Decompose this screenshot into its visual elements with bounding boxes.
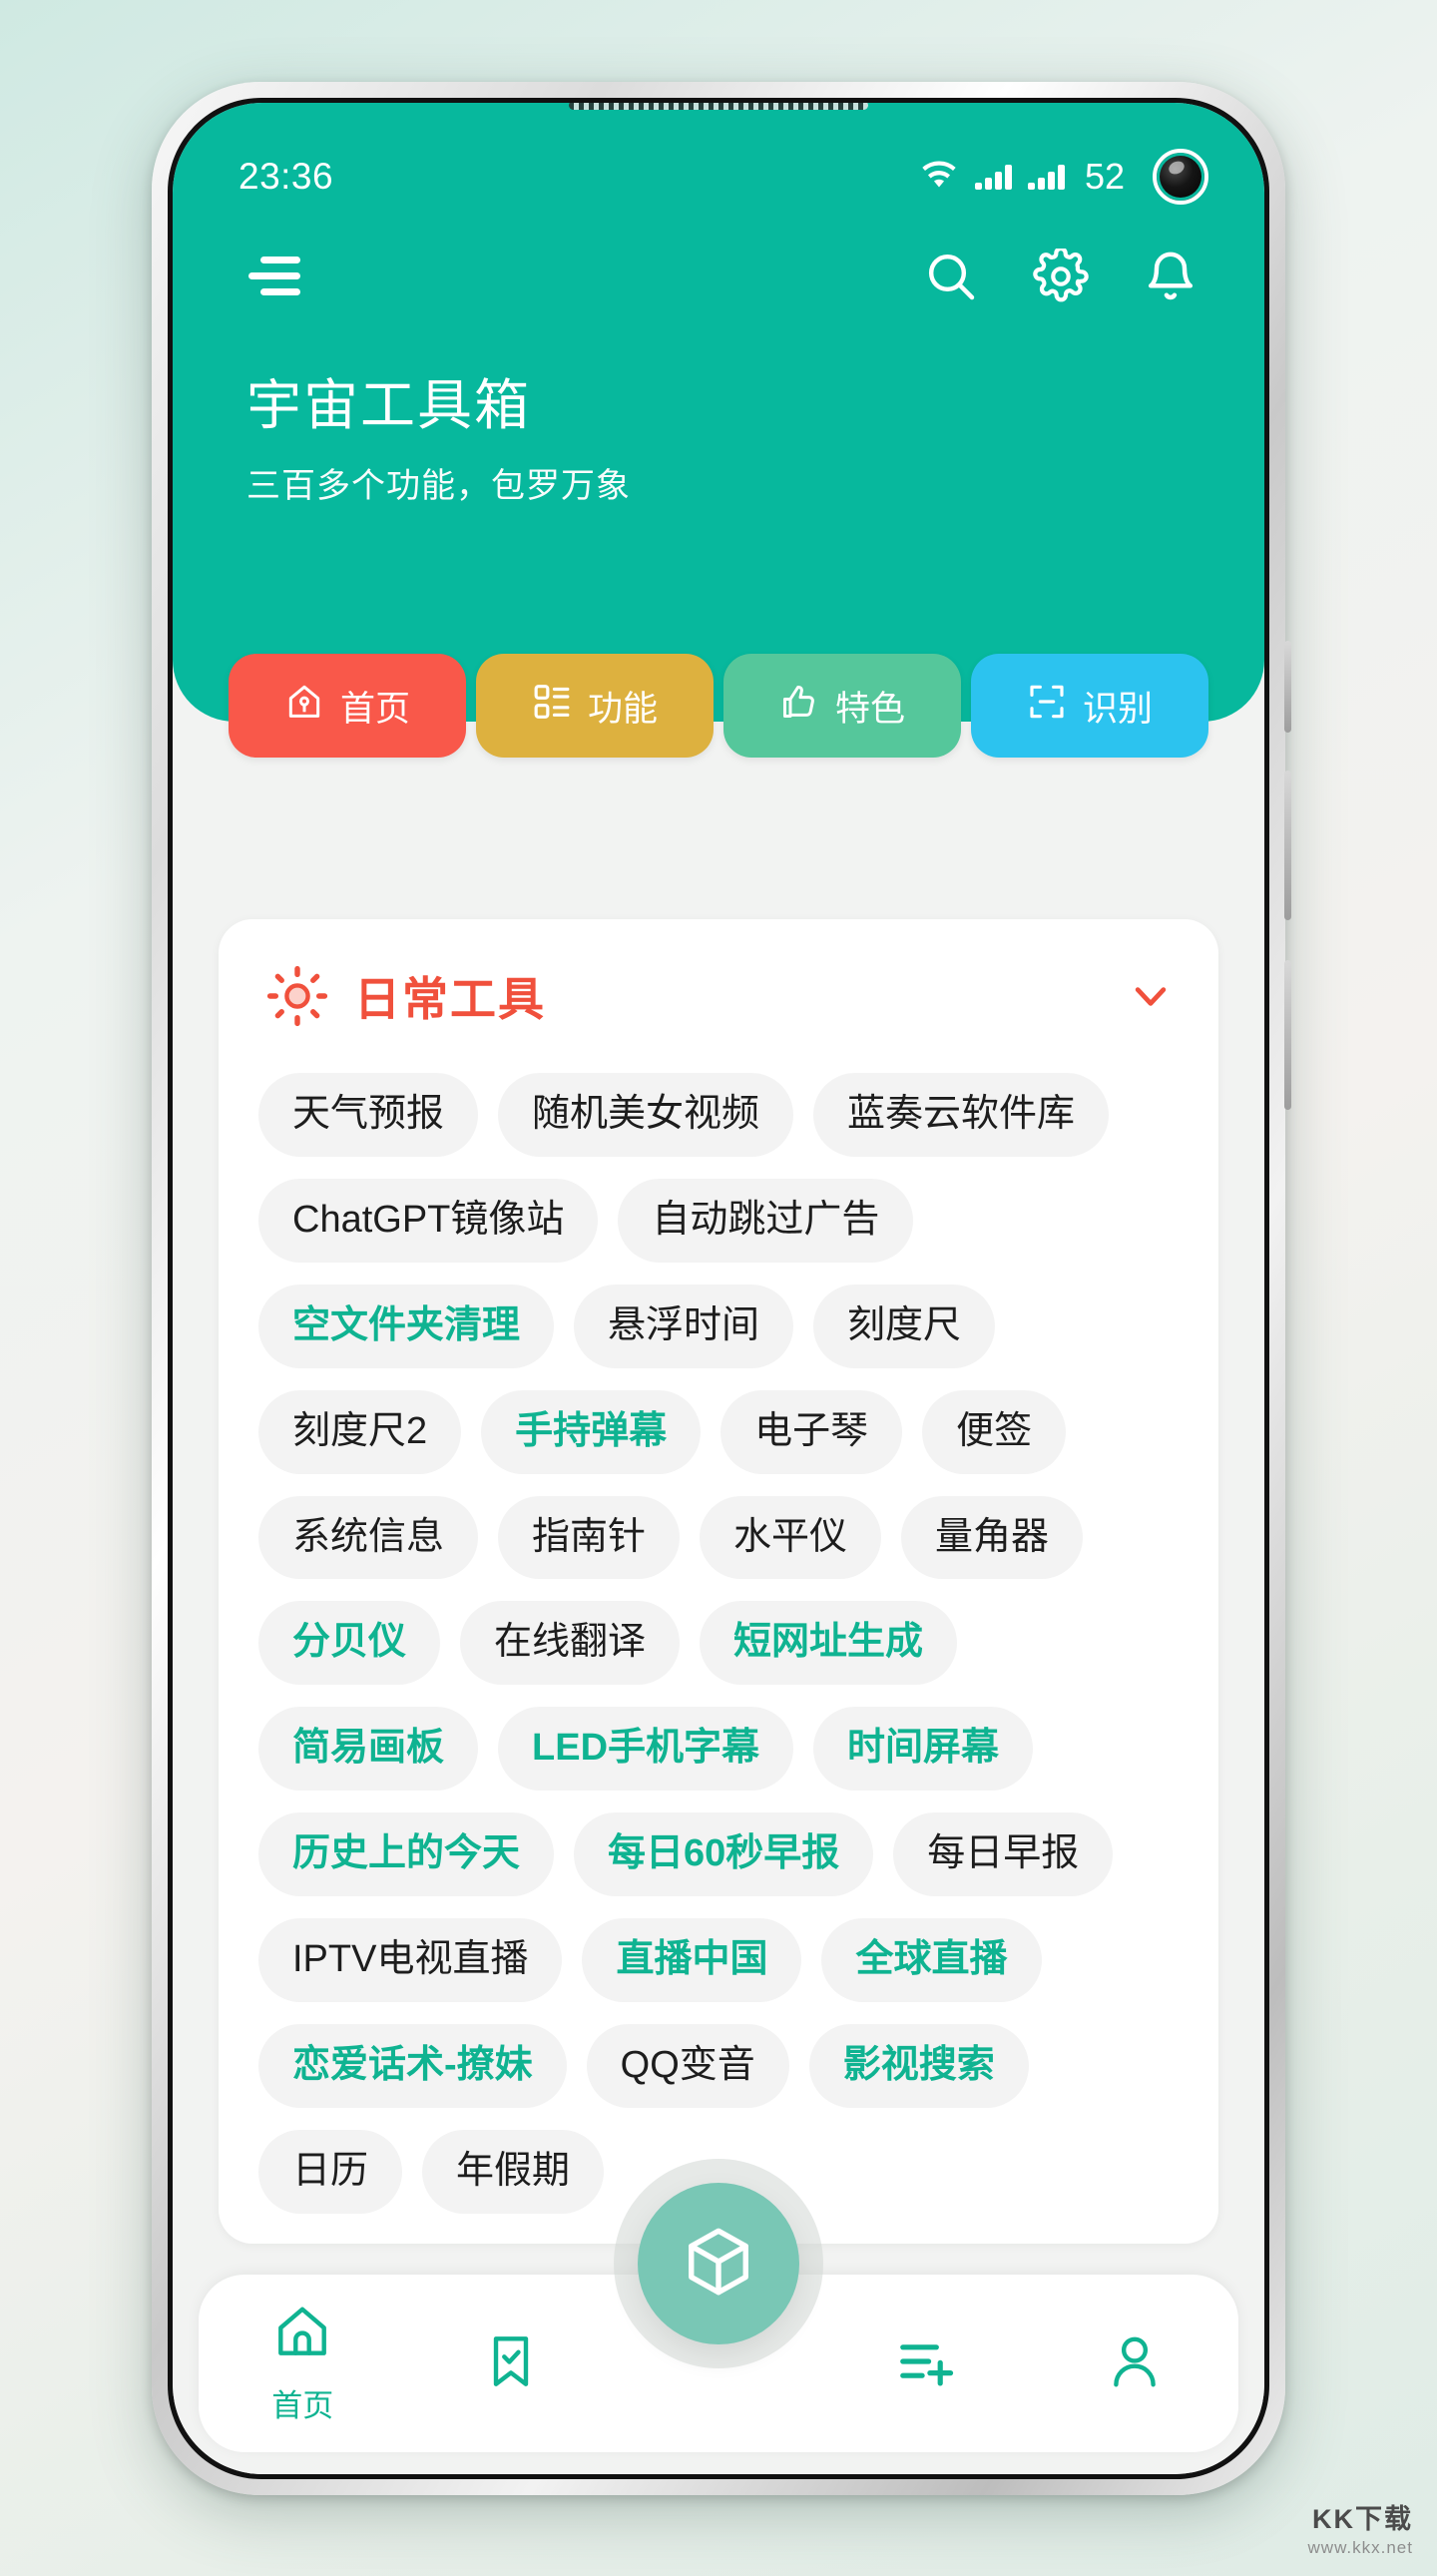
home-icon xyxy=(284,682,324,731)
tool-chip[interactable]: 随机美女视频 xyxy=(498,1073,794,1157)
status-bar: 23:36 52 xyxy=(173,103,1264,205)
watermark-sub-text: www.kkx.net xyxy=(1307,2538,1413,2557)
tool-chip[interactable]: 便签 xyxy=(922,1389,1067,1474)
tool-chip[interactable]: 历史上的今天 xyxy=(258,1812,555,1897)
person-icon xyxy=(1104,2330,1166,2397)
earpiece-speaker-grille xyxy=(569,103,868,110)
tool-chip[interactable]: 分贝仪 xyxy=(258,1601,441,1686)
tool-chip[interactable]: 简易画板 xyxy=(258,1707,479,1792)
chevron-down-icon[interactable] xyxy=(1129,974,1173,1018)
fab-cube-button[interactable] xyxy=(614,2159,823,2368)
search-icon[interactable] xyxy=(923,249,979,304)
tool-chip[interactable]: 电子琴 xyxy=(720,1389,903,1474)
tool-chip[interactable]: 空文件夹清理 xyxy=(258,1284,555,1368)
home-outline-icon xyxy=(271,2302,333,2368)
category-tab-1[interactable]: 首页 xyxy=(229,654,466,758)
power-button[interactable] xyxy=(1284,641,1291,733)
status-time: 23:36 xyxy=(239,156,334,197)
nav-item-profile[interactable] xyxy=(1031,2330,1238,2397)
hamburger-menu-icon[interactable] xyxy=(244,255,302,298)
header-toolbar xyxy=(173,205,1264,304)
category-tab-label: 特色 xyxy=(834,689,905,729)
tool-chip[interactable]: 悬浮时间 xyxy=(574,1284,794,1368)
tool-chip[interactable]: LED手机字幕 xyxy=(498,1707,794,1792)
watermark: KK下载 www.kkx.net xyxy=(1308,2497,1413,2558)
scan-icon xyxy=(1027,682,1067,731)
tool-chip[interactable]: 每日早报 xyxy=(893,1812,1114,1897)
signal-bars-icon-2 xyxy=(1027,164,1065,190)
tool-chip[interactable]: 自动跳过广告 xyxy=(618,1178,914,1263)
tool-chip[interactable]: 短网址生成 xyxy=(700,1601,958,1686)
tool-chip[interactable]: 全球直播 xyxy=(821,1918,1042,2003)
wifi-icon xyxy=(919,160,959,195)
watermark-main-text: KK下载 xyxy=(1312,2504,1413,2534)
bell-icon[interactable] xyxy=(1143,249,1198,304)
grid-icon xyxy=(532,682,572,731)
tool-chip[interactable]: 天气预报 xyxy=(258,1073,479,1157)
category-tab-label: 功能 xyxy=(587,689,658,729)
tool-chip[interactable]: 影视搜索 xyxy=(808,2024,1029,2108)
phone-screen: 23:36 52 宇宙工具箱 三百多个功能，包罗万象 首页 功能 特色 识别 日… xyxy=(173,103,1264,2474)
tool-chip[interactable]: 手持弹幕 xyxy=(481,1389,702,1474)
tool-chip[interactable]: 每日60秒早报 xyxy=(574,1812,874,1897)
category-tab-label: 首页 xyxy=(339,689,410,729)
tool-chip[interactable]: 年假期 xyxy=(422,2129,605,2214)
category-tab-2[interactable]: 功能 xyxy=(476,654,714,758)
phone-frame: 23:36 52 宇宙工具箱 三百多个功能，包罗万象 首页 功能 特色 识别 日… xyxy=(152,82,1291,2495)
category-tabs: 首页 功能 特色 识别 xyxy=(173,654,1264,758)
tool-chip[interactable]: 恋爱话术-撩妹 xyxy=(258,2024,567,2108)
tool-chip[interactable]: 水平仪 xyxy=(700,1495,882,1580)
card-title: 日常工具 xyxy=(354,973,546,1025)
nav-item-add-list[interactable] xyxy=(822,2330,1030,2397)
tool-chip[interactable]: 日历 xyxy=(258,2129,403,2214)
app-title-block: 宇宙工具箱 三百多个功能，包罗万象 xyxy=(173,304,1264,507)
gear-icon[interactable] xyxy=(1033,249,1089,304)
tool-chip[interactable]: 蓝奏云软件库 xyxy=(813,1073,1110,1157)
header-actions xyxy=(923,249,1198,304)
tool-chip[interactable]: 刻度尺2 xyxy=(258,1389,462,1474)
tool-chip[interactable]: 在线翻译 xyxy=(460,1601,681,1686)
volume-up-button[interactable] xyxy=(1284,771,1291,920)
card-header[interactable]: 日常工具 xyxy=(258,963,1179,1039)
tool-category-card: 日常工具 天气预报 随机美女视频 蓝奏云软件库 ChatGPT镜像站 自动跳过广告 空文件… xyxy=(219,919,1218,2244)
front-camera-punch-hole xyxy=(1153,149,1208,205)
list-add-icon xyxy=(895,2330,957,2397)
page-title: 宇宙工具箱 xyxy=(246,374,532,436)
tool-chip[interactable]: 直播中国 xyxy=(582,1918,802,2003)
tool-chip[interactable]: ChatGPT镜像站 xyxy=(258,1178,599,1263)
page-subtitle: 三百多个功能，包罗万象 xyxy=(246,467,631,505)
volume-down-button[interactable] xyxy=(1284,960,1291,1110)
thumbs-up-icon xyxy=(779,682,819,731)
category-tab-3[interactable]: 特色 xyxy=(723,654,961,758)
sun-icon xyxy=(266,965,328,1027)
tool-chip[interactable]: QQ变音 xyxy=(586,2024,789,2108)
tool-chip[interactable]: 量角器 xyxy=(901,1495,1084,1580)
signal-bars-icon-1 xyxy=(974,164,1012,190)
phone-bezel: 23:36 52 宇宙工具箱 三百多个功能，包罗万象 首页 功能 特色 识别 日… xyxy=(168,98,1269,2479)
battery-percentage: 52 xyxy=(1084,156,1125,197)
tool-chip[interactable]: 时间屏幕 xyxy=(813,1707,1034,1792)
nav-label-home: 首页 xyxy=(271,2388,334,2423)
tool-chip[interactable]: 刻度尺 xyxy=(813,1284,996,1368)
tool-chip[interactable]: 系统信息 xyxy=(258,1495,479,1580)
nav-item-bookmark[interactable] xyxy=(406,2330,614,2397)
nav-item-home[interactable]: 首页 xyxy=(199,2302,406,2425)
category-tab-4[interactable]: 识别 xyxy=(971,654,1208,758)
cube-icon xyxy=(681,2224,756,2305)
tool-chip[interactable]: IPTV电视直播 xyxy=(258,1918,563,2003)
tool-chip-list: 天气预报 随机美女视频 蓝奏云软件库 ChatGPT镜像站 自动跳过广告 空文件夹清理 悬浮… xyxy=(258,1039,1179,2214)
bookmark-check-icon xyxy=(480,2330,542,2397)
category-tab-label: 识别 xyxy=(1082,689,1153,729)
status-icons: 52 xyxy=(919,149,1208,205)
app-header: 23:36 52 宇宙工具箱 三百多个功能，包罗万象 xyxy=(173,103,1264,722)
tool-chip[interactable]: 指南针 xyxy=(498,1495,681,1580)
